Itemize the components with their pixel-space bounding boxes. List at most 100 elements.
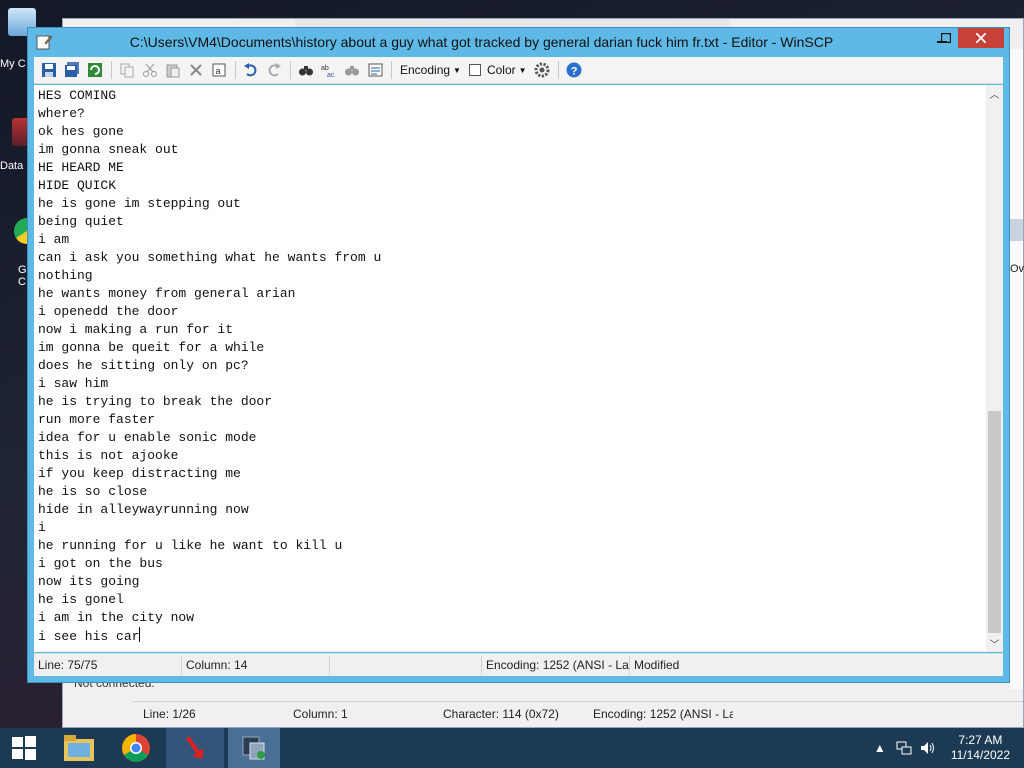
text-line[interactable]: he is gonel <box>38 591 381 609</box>
find-next-button[interactable] <box>341 59 363 81</box>
redo-icon <box>268 63 281 77</box>
select-all-icon: a <box>212 63 226 77</box>
text-line[interactable]: being quiet <box>38 213 381 231</box>
chrome-icon <box>122 734 150 762</box>
taskbar-winscp[interactable] <box>228 728 280 768</box>
status-line: Line: 75/75 <box>34 655 182 675</box>
maximize-button[interactable] <box>934 28 958 48</box>
text-line[interactable]: i am <box>38 231 381 249</box>
vertical-scrollbar[interactable]: ︿ ﹀ <box>986 85 1003 652</box>
go-to-line-button[interactable] <box>364 59 386 81</box>
find-button[interactable] <box>295 59 317 81</box>
text-line[interactable]: i openedd the door <box>38 303 381 321</box>
show-hidden-icons-button[interactable]: ▲ <box>871 739 889 757</box>
text-line[interactable]: if you keep distracting me <box>38 465 381 483</box>
cut-button[interactable] <box>139 59 161 81</box>
text-line[interactable]: i saw him <box>38 375 381 393</box>
text-line[interactable]: i <box>38 519 381 537</box>
text-line[interactable]: nothing <box>38 267 381 285</box>
text-line[interactable]: can i ask you something what he wants fr… <box>38 249 381 267</box>
color-dropdown[interactable]: Color ▼ <box>465 63 531 77</box>
text-line[interactable]: hide in alleywayrunning now <box>38 501 381 519</box>
replace-icon: abac <box>321 65 335 78</box>
title-bar[interactable]: C:\Users\VM4\Documents\history about a g… <box>28 28 1009 57</box>
text-line[interactable]: does he sitting only on pc? <box>38 357 381 375</box>
chevron-down-icon: ▼ <box>518 65 527 75</box>
scrollbar-thumb[interactable] <box>988 411 1001 633</box>
help-button[interactable]: ? <box>563 59 585 81</box>
text-line[interactable]: this is not ajooke <box>38 447 381 465</box>
system-clock[interactable]: 7:27 AM 11/14/2022 <box>951 733 1010 763</box>
text-line[interactable]: HE HEARD ME <box>38 159 381 177</box>
encoding-dropdown[interactable]: Encoding ▼ <box>396 63 465 77</box>
copy-button[interactable] <box>116 59 138 81</box>
text-line[interactable]: he is gone im stepping out <box>38 195 381 213</box>
app-arrow-icon <box>185 736 204 759</box>
reload-button[interactable] <box>84 59 106 81</box>
encoding-label: Encoding <box>400 63 451 77</box>
taskbar-app-red[interactable] <box>166 728 224 768</box>
status-encoding: Encoding: 1252 (ANSI - La <box>482 655 630 675</box>
redo-button[interactable] <box>263 59 285 81</box>
network-icon[interactable] <box>895 739 913 757</box>
paste-button[interactable] <box>162 59 184 81</box>
text-line[interactable]: run more faster <box>38 411 381 429</box>
editor-window: C:\Users\VM4\Documents\history about a g… <box>27 27 1010 683</box>
preferences-button[interactable] <box>531 59 553 81</box>
windows-logo-icon <box>12 736 36 760</box>
status-encoding: Encoding: 1252 (ANSI - La <box>593 706 733 721</box>
undo-button[interactable] <box>240 59 262 81</box>
replace-button[interactable]: ab ac <box>318 59 340 81</box>
scroll-up-arrow[interactable]: ︿ <box>986 85 1003 102</box>
taskbar-chrome[interactable] <box>110 728 162 768</box>
go-to-line-icon <box>368 63 383 77</box>
scroll-down-arrow[interactable]: ﹀ <box>986 635 1003 652</box>
gear-icon <box>534 62 550 78</box>
taskbar: ▲ 7:27 AM 11/14/2022 <box>0 728 1024 768</box>
save-button[interactable] <box>38 59 60 81</box>
status-column: Column: 14 <box>182 655 330 675</box>
text-line[interactable]: im gonna sneak out <box>38 141 381 159</box>
text-line[interactable]: now its going <box>38 573 381 591</box>
text-line[interactable]: where? <box>38 105 381 123</box>
svg-text:a: a <box>216 66 221 76</box>
status-column: Column: 1 <box>293 706 348 721</box>
editor-status-bar: Line: 75/75 Column: 14 Encoding: 1252 (A… <box>34 653 1003 676</box>
save-all-button[interactable] <box>61 59 83 81</box>
text-line[interactable]: he running for u like he want to kill u <box>38 537 381 555</box>
close-button[interactable] <box>958 28 1004 48</box>
folder-icon <box>64 735 94 761</box>
start-button[interactable] <box>0 728 48 768</box>
main-status-bar: Line: 1/26 Column: 1 Character: 114 (0x7… <box>133 701 1023 725</box>
toolbar-separator <box>235 61 236 79</box>
panel-header-text: Ov <box>1010 263 1024 275</box>
status-modified: Modified <box>634 658 680 672</box>
text-content[interactable]: HES COMING where? ok hes gone im gonna snea… <box>38 87 381 645</box>
text-line[interactable]: idea for u enable sonic mode <box>38 429 381 447</box>
text-line[interactable]: HES COMING <box>38 87 381 105</box>
undo-icon <box>244 63 257 77</box>
volume-icon[interactable] <box>919 739 937 757</box>
text-editor-area[interactable]: HES COMING where? ok hes gone im gonna snea… <box>34 85 1003 652</box>
window-title: C:\Users\VM4\Documents\history about a g… <box>129 34 834 50</box>
close-icon <box>976 33 986 43</box>
text-line[interactable]: now i making a run for it <box>38 321 381 339</box>
clock-date: 11/14/2022 <box>950 748 1010 762</box>
text-line[interactable]: he is trying to break the door <box>38 393 381 411</box>
text-line[interactable]: i am in the city now <box>38 609 381 627</box>
paste-icon <box>166 64 180 78</box>
taskbar-file-explorer[interactable] <box>48 728 110 768</box>
save-all-icon <box>65 62 79 77</box>
text-line[interactable]: im gonna be queit for a while <box>38 339 381 357</box>
text-line[interactable]: he wants money from general arian <box>38 285 381 303</box>
text-cursor <box>139 627 141 642</box>
svg-text:ab: ab <box>321 65 329 72</box>
text-line[interactable]: HIDE QUICK <box>38 177 381 195</box>
text-line[interactable]: i see his car <box>38 627 381 645</box>
remote-panel-edge: Ov <box>1009 49 1024 689</box>
select-all-button[interactable]: a <box>208 59 230 81</box>
text-line[interactable]: i got on the bus <box>38 555 381 573</box>
text-line[interactable]: he is so close <box>38 483 381 501</box>
delete-button[interactable] <box>185 59 207 81</box>
text-line[interactable]: ok hes gone <box>38 123 381 141</box>
